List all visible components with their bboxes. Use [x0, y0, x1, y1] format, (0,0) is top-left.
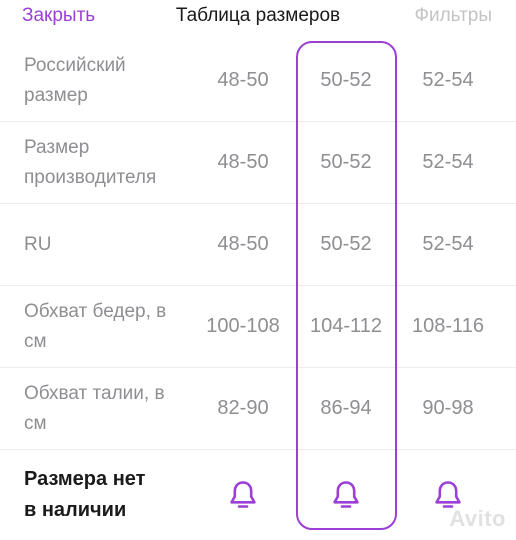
availability-label: Размера нет в наличии: [24, 468, 146, 521]
size-cell[interactable]: 50-52: [296, 40, 396, 121]
watermark-logo: Avito: [449, 506, 506, 531]
size-cell[interactable]: 86-94: [296, 368, 396, 449]
row-label: Размер производителя: [24, 136, 157, 188]
size-cell[interactable]: 100-108: [193, 286, 293, 367]
row-label: Обхват талии, в см: [24, 382, 165, 434]
table-row: RU 48-50 50-52 52-54: [0, 204, 516, 286]
table-row: Размер производителя 48-50 50-52 52-54: [0, 122, 516, 204]
size-cell[interactable]: 48-50: [193, 40, 293, 121]
row-label: Российский размер: [24, 54, 126, 106]
size-cell[interactable]: 90-98: [398, 368, 498, 449]
row-label: RU: [24, 233, 52, 255]
bell-icon[interactable]: [193, 450, 293, 540]
size-cell[interactable]: 104-112: [296, 286, 396, 367]
size-cell[interactable]: 48-50: [193, 122, 293, 203]
availability-row: Размера нет в наличии: [0, 450, 516, 540]
size-cell[interactable]: 48-50: [193, 204, 293, 285]
table-row: Обхват талии, в см 82-90 86-94 90-98: [0, 368, 516, 450]
table-row: Российский размер 48-50 50-52 52-54: [0, 40, 516, 122]
size-cell[interactable]: 50-52: [296, 122, 396, 203]
filters-button[interactable]: Фильтры: [415, 5, 492, 27]
size-cell[interactable]: 52-54: [398, 122, 498, 203]
table-row: Обхват бедер, в см 100-108 104-112 108-11…: [0, 286, 516, 368]
size-cell[interactable]: 52-54: [398, 204, 498, 285]
size-cell[interactable]: 82-90: [193, 368, 293, 449]
header: Закрыть Таблица размеров Фильтры: [0, 0, 516, 36]
size-table: Российский размер 48-50 50-52 52-54 Разме…: [0, 40, 516, 540]
row-label: Обхват бедер, в см: [24, 300, 167, 352]
size-cell[interactable]: 50-52: [296, 204, 396, 285]
size-cell[interactable]: 108-116: [398, 286, 498, 367]
size-cell[interactable]: 52-54: [398, 40, 498, 121]
bell-icon[interactable]: [296, 450, 396, 540]
